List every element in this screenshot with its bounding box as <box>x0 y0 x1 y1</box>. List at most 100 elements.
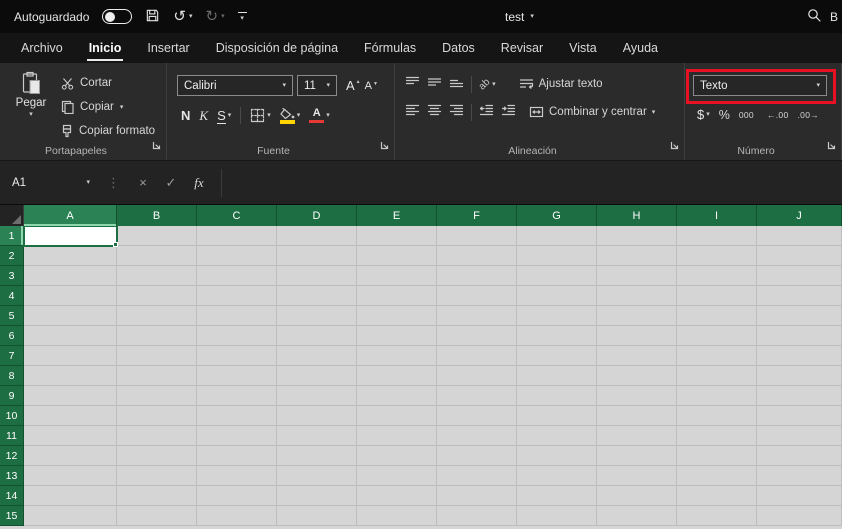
cell-g15[interactable] <box>517 506 597 526</box>
cell-c5[interactable] <box>197 306 277 326</box>
cell-j4[interactable] <box>757 286 842 306</box>
cell-a1[interactable] <box>23 226 118 247</box>
percent-format-button[interactable]: % <box>719 108 730 122</box>
column-header-c[interactable]: C <box>197 205 277 226</box>
align-left-button[interactable] <box>405 103 420 121</box>
cell-h6[interactable] <box>597 326 677 346</box>
underline-button[interactable]: S ▾ <box>217 108 231 124</box>
cell-f3[interactable] <box>437 266 517 286</box>
tab-disposicion-de-pagina[interactable]: Disposición de página <box>203 33 351 63</box>
cell-i7[interactable] <box>677 346 757 366</box>
column-header-a[interactable]: A <box>24 205 117 226</box>
align-middle-button[interactable] <box>427 75 442 93</box>
cell-f8[interactable] <box>437 366 517 386</box>
number-format-combo[interactable]: Texto ▾ <box>693 75 827 96</box>
enter-button[interactable]: ✓ <box>157 175 185 191</box>
cell-e7[interactable] <box>357 346 437 366</box>
redo-button[interactable]: ↻ ▾ <box>206 9 225 24</box>
increase-indent-button[interactable] <box>501 103 516 121</box>
name-box-splitter[interactable]: ⋮ <box>98 175 129 191</box>
cell-a5[interactable] <box>24 306 117 326</box>
cell-e5[interactable] <box>357 306 437 326</box>
cell-h4[interactable] <box>597 286 677 306</box>
formula-input[interactable] <box>221 168 842 197</box>
cell-f5[interactable] <box>437 306 517 326</box>
row-header-8[interactable]: 8 <box>0 366 24 386</box>
cell-f4[interactable] <box>437 286 517 306</box>
tab-datos[interactable]: Datos <box>429 33 488 63</box>
cell-b8[interactable] <box>117 366 197 386</box>
cell-h3[interactable] <box>597 266 677 286</box>
cell-d1[interactable] <box>277 226 357 246</box>
cell-a6[interactable] <box>24 326 117 346</box>
cell-a14[interactable] <box>24 486 117 506</box>
cell-b14[interactable] <box>117 486 197 506</box>
cell-e2[interactable] <box>357 246 437 266</box>
increase-font-size-button[interactable]: A ▲ <box>346 78 361 93</box>
cell-h14[interactable] <box>597 486 677 506</box>
cell-h15[interactable] <box>597 506 677 526</box>
cell-f12[interactable] <box>437 446 517 466</box>
align-right-button[interactable] <box>449 103 464 121</box>
cell-d13[interactable] <box>277 466 357 486</box>
cell-d3[interactable] <box>277 266 357 286</box>
currency-format-button[interactable]: $ ▾ <box>697 107 710 122</box>
row-header-14[interactable]: 14 <box>0 486 24 506</box>
align-top-button[interactable] <box>405 75 420 93</box>
cell-f1[interactable] <box>437 226 517 246</box>
autosave-toggle[interactable] <box>102 9 133 24</box>
cell-a15[interactable] <box>24 506 117 526</box>
cut-button[interactable]: Cortar <box>61 71 155 95</box>
cell-b2[interactable] <box>117 246 197 266</box>
cell-i11[interactable] <box>677 426 757 446</box>
row-header-2[interactable]: 2 <box>0 246 24 266</box>
cell-j7[interactable] <box>757 346 842 366</box>
row-header-11[interactable]: 11 <box>0 426 24 446</box>
cell-b10[interactable] <box>117 406 197 426</box>
cell-b13[interactable] <box>117 466 197 486</box>
cell-c2[interactable] <box>197 246 277 266</box>
cell-e10[interactable] <box>357 406 437 426</box>
cell-b1[interactable] <box>117 226 197 246</box>
cell-b3[interactable] <box>117 266 197 286</box>
cell-i2[interactable] <box>677 246 757 266</box>
tab-ayuda[interactable]: Ayuda <box>610 33 671 63</box>
cell-g12[interactable] <box>517 446 597 466</box>
cell-i8[interactable] <box>677 366 757 386</box>
column-header-d[interactable]: D <box>277 205 357 226</box>
save-icon[interactable] <box>145 8 160 26</box>
cell-i14[interactable] <box>677 486 757 506</box>
tab-formulas[interactable]: Fórmulas <box>351 33 429 63</box>
cell-c14[interactable] <box>197 486 277 506</box>
cell-d5[interactable] <box>277 306 357 326</box>
cell-d14[interactable] <box>277 486 357 506</box>
cell-d2[interactable] <box>277 246 357 266</box>
cell-e9[interactable] <box>357 386 437 406</box>
cell-h9[interactable] <box>597 386 677 406</box>
cell-f2[interactable] <box>437 246 517 266</box>
cell-h12[interactable] <box>597 446 677 466</box>
row-header-6[interactable]: 6 <box>0 326 24 346</box>
cancel-button[interactable]: × <box>129 175 157 190</box>
dialog-launcher-fuente[interactable] <box>380 137 389 155</box>
cell-b6[interactable] <box>117 326 197 346</box>
align-center-button[interactable] <box>427 103 442 121</box>
cell-c7[interactable] <box>197 346 277 366</box>
align-bottom-button[interactable] <box>449 75 464 93</box>
cell-c6[interactable] <box>197 326 277 346</box>
cell-c4[interactable] <box>197 286 277 306</box>
cell-c8[interactable] <box>197 366 277 386</box>
cell-g4[interactable] <box>517 286 597 306</box>
cell-g3[interactable] <box>517 266 597 286</box>
row-header-12[interactable]: 12 <box>0 446 24 466</box>
cell-i1[interactable] <box>677 226 757 246</box>
row-header-9[interactable]: 9 <box>0 386 24 406</box>
cell-b12[interactable] <box>117 446 197 466</box>
cell-h2[interactable] <box>597 246 677 266</box>
font-name-combo[interactable]: Calibri ▾ <box>177 75 293 96</box>
cell-d15[interactable] <box>277 506 357 526</box>
cell-g2[interactable] <box>517 246 597 266</box>
cell-i5[interactable] <box>677 306 757 326</box>
decrease-font-size-button[interactable]: A ▼ <box>365 80 378 92</box>
increase-decimal-button[interactable]: ←.00 <box>767 110 789 120</box>
